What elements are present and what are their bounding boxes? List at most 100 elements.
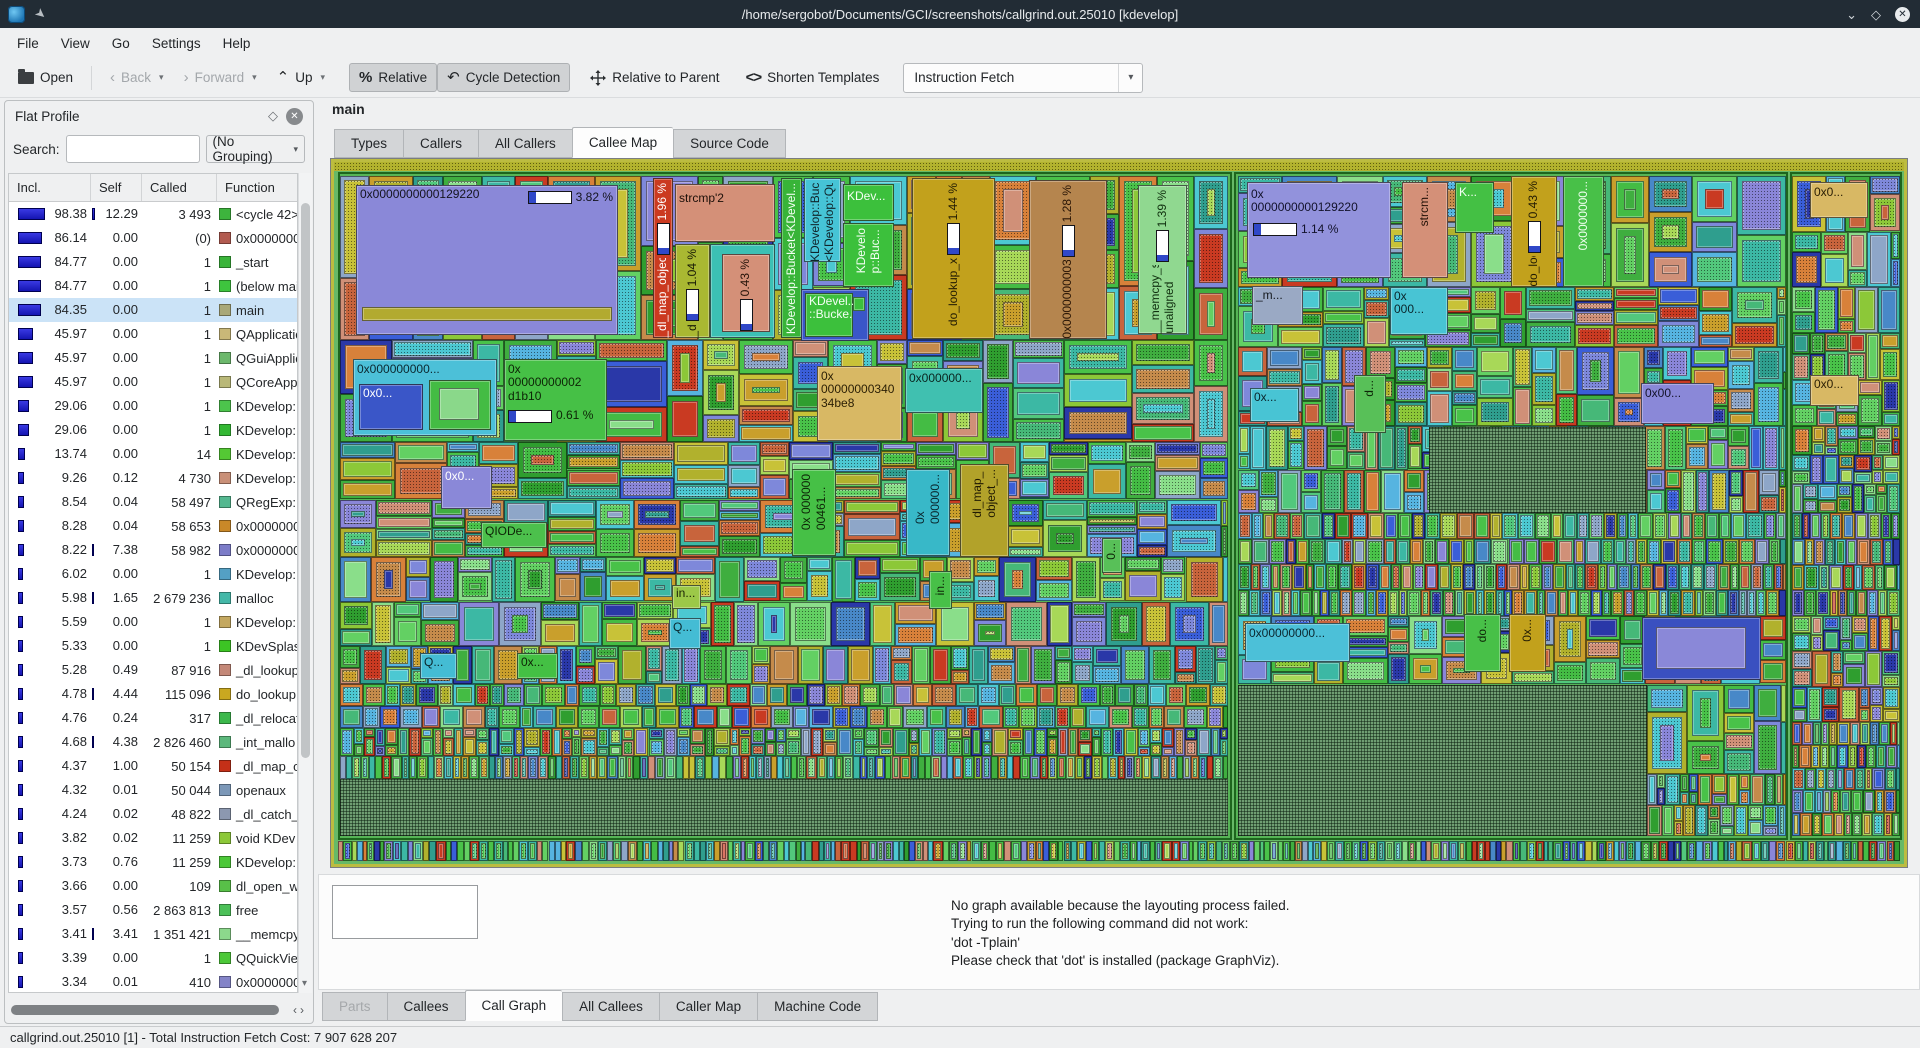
treemap-tile[interactable] (1011, 841, 1021, 861)
treemap-tile[interactable] (1064, 407, 1132, 439)
treemap-tile[interactable] (375, 746, 386, 756)
treemap-tile[interactable] (962, 728, 971, 737)
treemap-tile[interactable] (1777, 287, 1786, 299)
treemap-tile[interactable] (1808, 841, 1816, 861)
treemap-tile[interactable] (1657, 774, 1665, 788)
treemap-tile[interactable] (1296, 539, 1309, 565)
treemap-tile[interactable] (1879, 722, 1890, 745)
treemap-tile[interactable] (1724, 685, 1754, 713)
treemap-tile[interactable] (599, 706, 621, 728)
treemap-tile[interactable] (1259, 497, 1277, 513)
treemap-tile[interactable] (1391, 564, 1400, 590)
treemap-tile[interactable] (1452, 371, 1477, 392)
treemap-tile[interactable] (1890, 722, 1897, 745)
treemap-tile[interactable] (1124, 728, 1138, 756)
treemap-tile[interactable] (555, 574, 580, 601)
treemap-tile[interactable] (1586, 616, 1619, 640)
grouping-combobox[interactable]: (No Grouping) ▾ (206, 135, 305, 163)
treemap-tile[interactable] (454, 728, 464, 756)
treemap-tile[interactable] (1455, 590, 1463, 616)
treemap-tile[interactable] (1803, 484, 1818, 499)
table-row[interactable]: 29.060.001KDevelop:: (9, 418, 297, 442)
treemap-tile[interactable] (1628, 513, 1639, 539)
treemap-tile[interactable] (600, 684, 617, 706)
treemap-tile[interactable] (983, 340, 1013, 383)
treemap-tile[interactable] (877, 841, 884, 861)
treemap-tile[interactable] (1471, 287, 1499, 314)
treemap-tile[interactable] (1477, 398, 1514, 426)
treemap-tile[interactable] (823, 728, 837, 742)
treemap-tile[interactable] (520, 706, 533, 728)
treemap-tile[interactable] (837, 728, 853, 756)
menu-item-help[interactable]: Help (212, 32, 262, 55)
treemap-tile[interactable] (1804, 565, 1819, 591)
treemap-tile[interactable] (1263, 513, 1273, 539)
treemap-tile[interactable] (1394, 841, 1402, 861)
treemap-tile[interactable] (739, 425, 793, 442)
treemap-tile[interactable] (733, 841, 741, 861)
treemap-tile[interactable] (1649, 212, 1693, 253)
treemap-tile[interactable] (1427, 347, 1451, 368)
treemap-tile[interactable] (1838, 319, 1855, 333)
treemap-tile[interactable] (1302, 401, 1322, 426)
treemap-tile[interactable] (1458, 841, 1466, 861)
forward-dropdown-icon[interactable]: ▾ (252, 72, 257, 83)
treemap-tile[interactable] (1876, 745, 1887, 768)
treemap-tile[interactable] (1325, 539, 1341, 565)
treemap-tile[interactable] (640, 756, 649, 779)
treemap-tile[interactable] (983, 383, 1013, 442)
treemap-tile[interactable] (628, 841, 637, 861)
table-row[interactable]: 98.3812.293 493<cycle 42> (9, 202, 297, 226)
treemap-tile[interactable] (618, 646, 646, 684)
treemap-tile[interactable] (1689, 792, 1698, 805)
treemap-tile[interactable] (1689, 774, 1698, 792)
treemap-tile[interactable] (1425, 513, 1440, 539)
treemap-tile[interactable] (1292, 564, 1306, 590)
treemap-tile[interactable] (974, 756, 982, 779)
treemap-tile[interactable] (1556, 394, 1577, 426)
treemap-tile[interactable] (1708, 440, 1729, 469)
treemap-tile[interactable] (1848, 232, 1867, 271)
treemap-tile[interactable] (1729, 496, 1743, 513)
treemap-tile[interactable] (665, 756, 676, 779)
treemap-tile[interactable] (958, 841, 967, 861)
treemap-tile[interactable] (677, 737, 690, 756)
treemap-tile[interactable] (1238, 590, 1249, 616)
treemap-tile[interactable] (1776, 841, 1786, 861)
treemap-tile[interactable] (1653, 513, 1667, 539)
treemap-tile[interactable] (1100, 684, 1115, 706)
treemap-tile[interactable] (1388, 627, 1409, 642)
treemap-tile[interactable] (1210, 684, 1228, 706)
treemap-tile[interactable] (421, 728, 433, 738)
treemap-tile[interactable] (770, 646, 798, 684)
treemap-tile[interactable] (797, 756, 805, 779)
treemap-tile[interactable] (1887, 590, 1900, 616)
treemap-tile[interactable] (1863, 790, 1875, 813)
treemap-tile[interactable] (812, 841, 819, 861)
treemap-tile[interactable] (755, 841, 763, 861)
treemap-tile[interactable] (1430, 590, 1443, 616)
treemap-tile[interactable] (575, 841, 582, 861)
treemap-tile[interactable] (1507, 564, 1520, 590)
treemap-tile[interactable] (622, 740, 634, 756)
treemap-tile[interactable] (1691, 564, 1703, 590)
treemap-tile[interactable] (1792, 633, 1811, 651)
treemap-tile[interactable] (1132, 340, 1194, 365)
treemap-tile[interactable] (595, 646, 618, 659)
table-row[interactable]: 8.227.3858 9820x0000000 (9, 538, 297, 562)
treemap-tile[interactable] (609, 728, 623, 745)
table-row[interactable]: 45.970.001QCoreAppl (9, 370, 297, 394)
treemap-tile[interactable] (1892, 426, 1900, 439)
treemap-tile[interactable] (376, 529, 431, 540)
treemap-tile[interactable] (1704, 564, 1718, 590)
treemap-tile[interactable] (364, 737, 375, 756)
treemap-tile[interactable] (1810, 333, 1825, 354)
treemap-cell-_m[interactable]: _m... (1252, 286, 1303, 325)
treemap-tile[interactable] (1695, 590, 1704, 616)
treemap-tile[interactable] (974, 620, 1006, 646)
treemap-tile[interactable] (432, 540, 465, 557)
treemap-tile[interactable] (1577, 395, 1614, 426)
treemap-tile[interactable] (1815, 790, 1823, 813)
table-row[interactable]: 45.970.001QApplicatio (9, 322, 297, 346)
treemap-tile[interactable] (1161, 756, 1169, 779)
